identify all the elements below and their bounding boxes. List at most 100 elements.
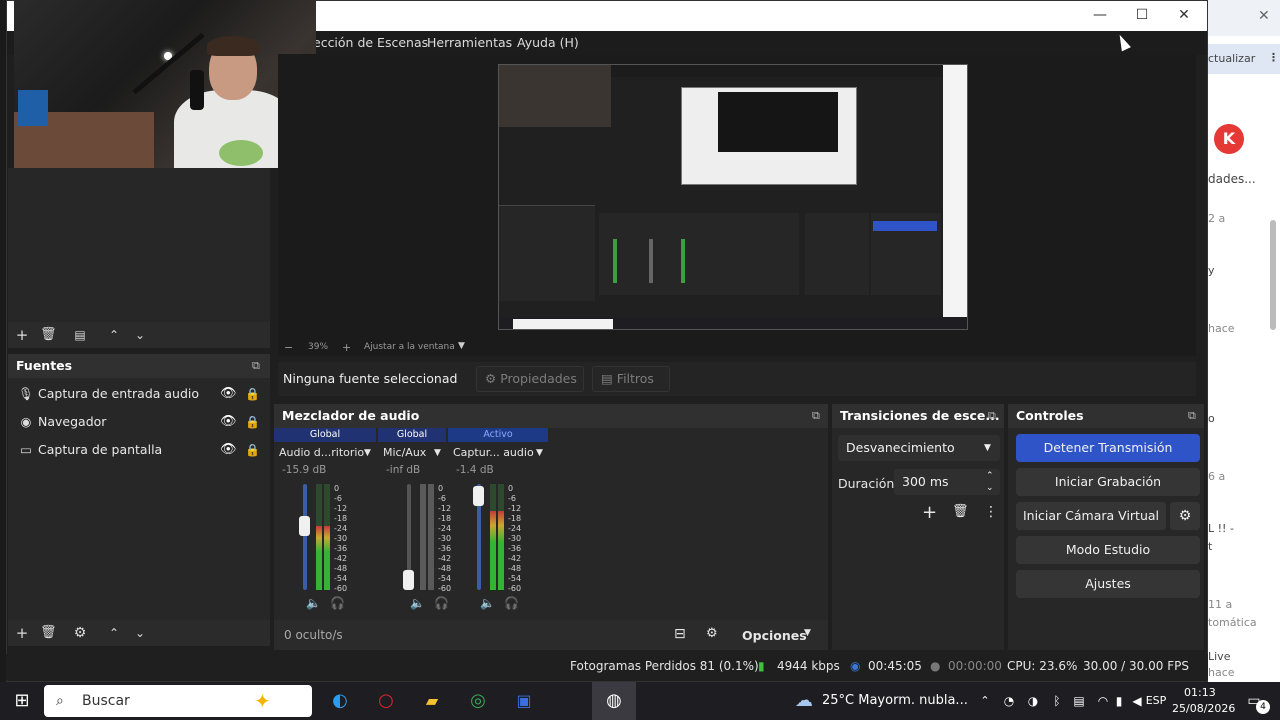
chevron-down-icon[interactable]: ▼ bbox=[434, 448, 441, 458]
zoom-in-button[interactable]: + bbox=[342, 341, 351, 354]
options-button[interactable]: Opciones bbox=[742, 628, 807, 643]
volume-fader-track[interactable] bbox=[303, 484, 307, 590]
browser-update-bar[interactable]: ctualizar ⋮ bbox=[1208, 44, 1280, 74]
filters-button[interactable]: ▤ Filtros bbox=[592, 366, 670, 392]
speaker-icon[interactable]: 🔈 bbox=[306, 596, 321, 610]
headphones-icon[interactable]: 🎧 bbox=[434, 596, 449, 610]
gear-icon[interactable]: ⚙ bbox=[706, 626, 718, 641]
eye-icon[interactable]: 👁 bbox=[220, 408, 237, 436]
meter-scale-label: -42 bbox=[334, 554, 348, 563]
headphones-icon[interactable]: 🎧 bbox=[330, 596, 345, 610]
sources-toolbar: + 🗑 ⚙ ⌃ ⌄ bbox=[8, 620, 270, 646]
tray-icon[interactable]: ◔ bbox=[1000, 682, 1018, 720]
edge-icon[interactable]: ◐ bbox=[326, 682, 354, 720]
chevron-up-icon[interactable]: ⌃ bbox=[976, 682, 994, 720]
nested-controls bbox=[871, 213, 941, 295]
meter-scale-label: 0 bbox=[438, 484, 444, 493]
channel-name[interactable]: Mic/Aux bbox=[383, 446, 426, 459]
lock-icon[interactable]: 🔒 bbox=[245, 380, 260, 408]
obs-taskbar-icon[interactable]: ◍ bbox=[592, 682, 636, 720]
chevron-up-icon[interactable]: ⌃ bbox=[106, 625, 122, 641]
channel-avatar-icon[interactable]: K bbox=[1214, 124, 1244, 154]
volume-fader-knob[interactable] bbox=[473, 485, 484, 506]
scrollbar-thumb[interactable] bbox=[1270, 220, 1276, 330]
folder-icon[interactable]: ▰ bbox=[418, 682, 446, 720]
close-button[interactable]: ✕ bbox=[1163, 1, 1205, 31]
chrome-icon[interactable]: ◎ bbox=[464, 682, 492, 720]
clock-time[interactable]: 01:13 bbox=[1184, 686, 1216, 699]
duration-input[interactable]: 300 ms ⌃ ⌄ bbox=[894, 469, 1000, 495]
chevron-up-icon[interactable]: ⌃ bbox=[106, 327, 122, 343]
eye-icon[interactable]: 👁 bbox=[220, 380, 237, 408]
wifi-icon[interactable]: ◠ bbox=[1094, 682, 1112, 720]
tray-icon[interactable]: ◑ bbox=[1024, 682, 1042, 720]
more-icon[interactable]: ⋮ bbox=[1268, 51, 1279, 64]
menu-item-help[interactable]: Ayuda (H) bbox=[517, 35, 579, 50]
dock-icon[interactable]: ⧉ bbox=[252, 354, 260, 378]
record-time: 00:00:00 bbox=[948, 659, 1002, 673]
fit-window-option[interactable]: Ajustar a la ventana bbox=[364, 342, 455, 352]
meter-scale-label: -60 bbox=[508, 584, 522, 593]
maximize-button[interactable]: ☐ bbox=[1121, 1, 1163, 31]
bluetooth-icon[interactable]: ᛒ bbox=[1050, 682, 1064, 720]
chevron-down-icon[interactable]: ▼ bbox=[458, 341, 465, 351]
lock-icon[interactable]: 🔒 bbox=[245, 408, 260, 436]
update-label[interactable]: ctualizar bbox=[1208, 52, 1255, 65]
gear-icon[interactable]: ⚙ bbox=[72, 625, 88, 641]
menu-item-tools[interactable]: Herramientas bbox=[427, 35, 512, 50]
virtual-camera-button[interactable]: Iniciar Cámara Virtual bbox=[1016, 502, 1166, 530]
zoom-out-button[interactable]: − bbox=[284, 341, 293, 354]
taskbar-search-input[interactable]: ⌕ Buscar ✦ bbox=[44, 685, 312, 717]
add-icon[interactable]: + bbox=[14, 625, 30, 641]
lock-icon[interactable]: 🔒 bbox=[245, 436, 260, 464]
source-item-browser[interactable]: ◉ Navegador 👁 🔒 bbox=[8, 408, 270, 436]
stop-stream-button[interactable]: Detener Transmisión bbox=[1016, 434, 1200, 462]
chevron-down-icon[interactable]: ▼ bbox=[804, 628, 811, 638]
dock-icon[interactable]: ⧉ bbox=[1188, 404, 1196, 428]
start-recording-button[interactable]: Iniciar Grabación bbox=[1016, 468, 1200, 496]
tray-icon[interactable]: ▤ bbox=[1070, 682, 1088, 720]
menu-item-scene-collection[interactable]: ección de Escenas bbox=[313, 35, 428, 50]
chevron-down-icon[interactable]: ⌄ bbox=[986, 475, 994, 501]
eye-icon[interactable]: 👁 bbox=[220, 436, 237, 464]
filter-icon[interactable]: ▤ bbox=[72, 327, 88, 343]
add-icon[interactable]: + bbox=[922, 502, 937, 523]
trash-icon[interactable]: 🗑 bbox=[40, 327, 57, 343]
language-indicator[interactable]: ESP bbox=[1138, 682, 1174, 720]
filter-icon: ▤ bbox=[601, 371, 613, 386]
trash-icon[interactable]: 🗑 bbox=[952, 504, 969, 519]
muted-speaker-icon[interactable]: 🔈 bbox=[410, 596, 425, 610]
transition-select[interactable]: Desvanecimiento ▼ bbox=[838, 435, 1000, 461]
add-icon[interactable]: + bbox=[14, 327, 30, 343]
more-icon[interactable]: ⋮ bbox=[984, 504, 998, 520]
headphones-icon[interactable]: 🎧 bbox=[504, 596, 519, 610]
dock-icon[interactable]: ⧉ bbox=[812, 404, 820, 428]
settings-button[interactable]: Ajustes bbox=[1016, 570, 1200, 598]
opera-icon[interactable]: ○ bbox=[372, 682, 400, 720]
trash-icon[interactable]: 🗑 bbox=[40, 625, 57, 641]
source-item-screen-capture[interactable]: ▭ Captura de pantalla 👁 🔒 bbox=[8, 436, 270, 464]
studio-mode-button[interactable]: Modo Estudio bbox=[1016, 536, 1200, 564]
close-icon[interactable]: ✕ bbox=[1258, 8, 1270, 24]
source-item-audio-capture[interactable]: 🎙 Captura de entrada audio 👁 🔒 bbox=[8, 380, 270, 408]
windows-start-icon[interactable]: ⊞ bbox=[8, 682, 36, 720]
speaker-icon[interactable]: 🔈 bbox=[480, 596, 495, 610]
minimize-button[interactable]: — bbox=[1079, 1, 1121, 31]
microphone-icon[interactable]: ▮ bbox=[1112, 682, 1126, 720]
chevron-down-icon[interactable]: ▼ bbox=[364, 448, 371, 458]
volume-fader-knob[interactable] bbox=[299, 515, 310, 536]
channel-name[interactable]: Captur... audio bbox=[453, 446, 534, 459]
app-icon[interactable]: ▣ bbox=[510, 682, 538, 720]
dock-icon[interactable]: ⧉ bbox=[988, 404, 996, 428]
clock-date[interactable]: 25/08/2026 bbox=[1172, 702, 1235, 715]
chevron-down-icon[interactable]: ▼ bbox=[536, 448, 543, 458]
chevron-down-icon[interactable]: ⌄ bbox=[132, 625, 148, 641]
volume-fader-knob[interactable] bbox=[403, 570, 414, 590]
weather-text[interactable]: 25°C Mayorm. nubla... bbox=[822, 682, 968, 720]
properties-button[interactable]: ⚙ Propiedades bbox=[476, 366, 584, 392]
virtual-camera-settings-button[interactable]: ⚙ bbox=[1170, 502, 1200, 530]
chevron-down-icon[interactable]: ⌄ bbox=[132, 327, 148, 343]
channel-name[interactable]: Audio d...ritorio bbox=[279, 446, 364, 459]
layout-icon[interactable]: ⊟ bbox=[674, 626, 686, 642]
channel-db-readout: -15.9 dB bbox=[282, 464, 327, 476]
